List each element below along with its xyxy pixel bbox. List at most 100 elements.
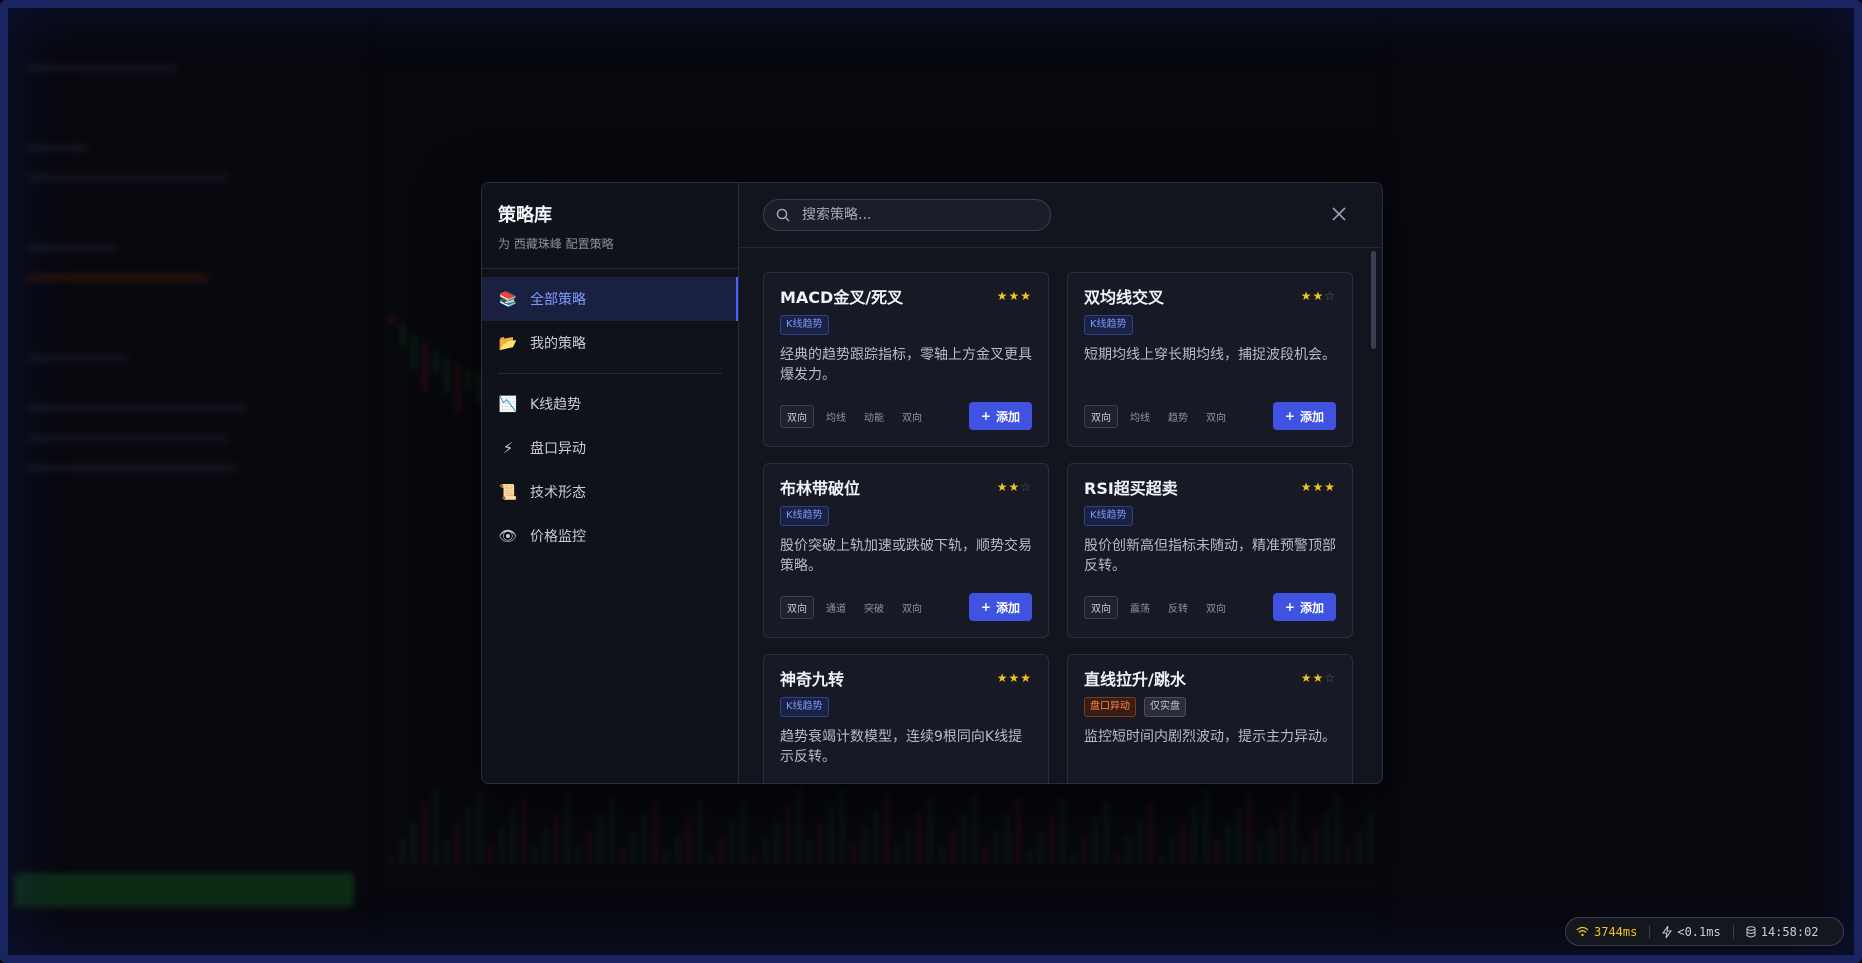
- nav-item-5[interactable]: 👁 价格监控: [482, 514, 738, 558]
- nav-item-label: 价格监控: [530, 529, 586, 545]
- star-icon: ★: [1312, 480, 1325, 494]
- wifi-icon: [1576, 926, 1589, 937]
- nav-separator: [498, 373, 722, 374]
- category-badge: K线趋势: [1084, 506, 1133, 526]
- strategy-content: MACD金叉/死叉★★★K线趋势经典的趋势跟踪指标，零轴上方金叉更具爆发力。双向…: [739, 183, 1382, 783]
- category-badges: K线趋势: [780, 697, 1032, 717]
- nav-item-1[interactable]: 📂 我的策略: [482, 321, 738, 365]
- add-strategy-button[interactable]: + 添加: [1272, 593, 1336, 621]
- plus-icon: +: [980, 409, 991, 423]
- strategy-tag: 均线: [826, 412, 846, 424]
- add-button-label: 添加: [995, 409, 1020, 424]
- strategy-card[interactable]: 神奇九转 ★★★ K线趋势 趋势衰竭计数模型，连续9根同向K线提示反转。: [763, 654, 1049, 783]
- card-footer: 双向 通道 突破 双向 + 添加: [780, 593, 1032, 621]
- rating-stars: ★★☆: [1301, 671, 1336, 685]
- clock-value: 14:58:02: [1760, 924, 1819, 939]
- star-icon: ★: [1324, 480, 1336, 494]
- strategy-description: 股价突破上轨加速或跌破下轨，顺势交易策略。: [780, 538, 1032, 574]
- add-button-label: 添加: [1299, 409, 1324, 424]
- strategy-description: 股价创新高但指标未随动，精准预警顶部反转。: [1084, 538, 1336, 574]
- category-badges: K线趋势: [1084, 506, 1336, 526]
- category-badge: 仅实盘: [1144, 697, 1186, 717]
- strategy-title: MACD金叉/死叉: [780, 288, 904, 307]
- add-strategy-button[interactable]: + 添加: [968, 593, 1032, 621]
- strategy-title: RSI超买超卖: [1084, 479, 1178, 498]
- category-badges: K线趋势: [780, 315, 1032, 335]
- scroll-icon: 📜: [498, 483, 518, 501]
- star-icon: ☆: [1324, 671, 1336, 685]
- strategy-tag: 双向: [902, 412, 922, 424]
- add-strategy-button[interactable]: + 添加: [968, 402, 1032, 430]
- grid-scrollbar[interactable]: [1371, 251, 1376, 349]
- strategy-card[interactable]: 直线拉升/跳水 ★★☆ 盘口异动 仅实盘 监控短时间内剧烈波动，提示主力异动。: [1067, 654, 1353, 783]
- star-icon: ★: [1300, 671, 1313, 685]
- nav-item-label: K线趋势: [530, 397, 582, 413]
- category-nav: 📚 全部策略 📂 我的策略 📉 K线趋势 ⚡ 盘口异动 📜 技术形态 👁 价格监控: [482, 269, 738, 558]
- nav-item-4[interactable]: 📜 技术形态: [482, 470, 738, 514]
- rating-stars: ★★★: [997, 289, 1032, 303]
- content-toolbar: [739, 183, 1382, 248]
- star-icon: ☆: [1020, 480, 1032, 494]
- rating-stars: ★★☆: [997, 480, 1032, 494]
- card-footer: 双向 均线 动能 双向 + 添加: [780, 402, 1032, 430]
- nav-item-label: 盘口异动: [530, 441, 586, 457]
- strategy-tag: 双向: [1206, 603, 1226, 615]
- strategy-tag: 双向: [1084, 404, 1118, 428]
- processing-indicator: <0.1ms: [1662, 924, 1721, 939]
- lightning-icon: ⚡: [502, 439, 514, 457]
- strategy-tag: 双向: [780, 595, 814, 619]
- strategy-card[interactable]: MACD金叉/死叉 ★★★ K线趋势 经典的趋势跟踪指标，零轴上方金叉更具爆发力。 双向…: [763, 272, 1049, 447]
- close-icon[interactable]: [1330, 205, 1348, 223]
- nav-item-label: 我的策略: [530, 336, 586, 352]
- strategy-tag: 反转: [1168, 603, 1188, 615]
- strategy-tag: 动能: [864, 412, 884, 424]
- modal-subtitle: 为 西藏珠峰 配置策略: [498, 237, 614, 251]
- star-icon: ☆: [1324, 289, 1336, 303]
- search-input[interactable]: [800, 206, 1024, 224]
- strategy-tag: 突破: [864, 603, 884, 615]
- nav-item-label: 技术形态: [530, 485, 586, 501]
- nav-item-label: 全部策略: [530, 292, 586, 308]
- strategy-tag: 震荡: [1130, 603, 1150, 615]
- rating-stars: ★★★: [1301, 480, 1336, 494]
- category-badges: K线趋势: [1084, 315, 1336, 335]
- star-icon: ★: [1020, 289, 1032, 303]
- strategy-title: 双均线交叉: [1084, 288, 1165, 307]
- chart-down-icon: 📉: [498, 395, 518, 413]
- rating-stars: ★★☆: [1301, 289, 1336, 303]
- plus-icon: +: [980, 600, 991, 614]
- strategy-tag: 均线: [1130, 412, 1150, 424]
- nav-item-2[interactable]: 📉 K线趋势: [482, 382, 738, 426]
- category-badge: 盘口异动: [1084, 697, 1136, 717]
- strategy-card[interactable]: 双均线交叉 ★★☆ K线趋势 短期均线上穿长期均线，捕捉波段机会。 双向 均线 趋势 双向 + 添…: [1067, 272, 1353, 447]
- folder-icon: 📂: [498, 334, 518, 352]
- add-button-label: 添加: [1299, 600, 1324, 615]
- nav-item-3[interactable]: ⚡ 盘口异动: [482, 426, 738, 470]
- star-icon: ★: [1300, 289, 1313, 303]
- star-icon: ★: [1008, 289, 1021, 303]
- star-icon: ★: [1312, 289, 1325, 303]
- star-icon: ★: [996, 671, 1009, 685]
- strategy-grid[interactable]: MACD金叉/死叉 ★★★ K线趋势 经典的趋势跟踪指标，零轴上方金叉更具爆发力。 双向…: [739, 248, 1382, 783]
- strategy-tag: 双向: [1084, 595, 1118, 619]
- strategy-card[interactable]: RSI超买超卖 ★★★ K线趋势 股价创新高但指标未随动，精准预警顶部反转。 双向 震荡反…: [1067, 463, 1353, 638]
- strategy-tag: 双向: [780, 404, 814, 428]
- plus-icon: +: [1284, 409, 1295, 423]
- star-icon: ★: [1008, 480, 1021, 494]
- plus-icon: +: [1284, 600, 1295, 614]
- status-bar: 3744ms <0.1ms 14:58:02: [1565, 917, 1844, 946]
- eye-icon: 👁: [498, 527, 518, 545]
- star-icon: ★: [1020, 671, 1032, 685]
- add-strategy-button[interactable]: + 添加: [1272, 402, 1336, 430]
- search-box[interactable]: [763, 199, 1051, 231]
- category-badge: K线趋势: [1084, 315, 1133, 335]
- nav-item-0[interactable]: 📚 全部策略: [482, 277, 738, 321]
- star-icon: ★: [996, 289, 1009, 303]
- category-badge: K线趋势: [780, 506, 829, 526]
- star-icon: ★: [1300, 480, 1313, 494]
- strategy-card[interactable]: 布林带破位 ★★☆ K线趋势 股价突破上轨加速或跌破下轨，顺势交易策略。 双向 通道 突破双…: [763, 463, 1049, 638]
- database-icon: [1746, 925, 1756, 937]
- strategy-tag: 双向: [902, 603, 922, 615]
- processing-value: <0.1ms: [1677, 924, 1721, 939]
- bolt-icon: [1662, 925, 1673, 938]
